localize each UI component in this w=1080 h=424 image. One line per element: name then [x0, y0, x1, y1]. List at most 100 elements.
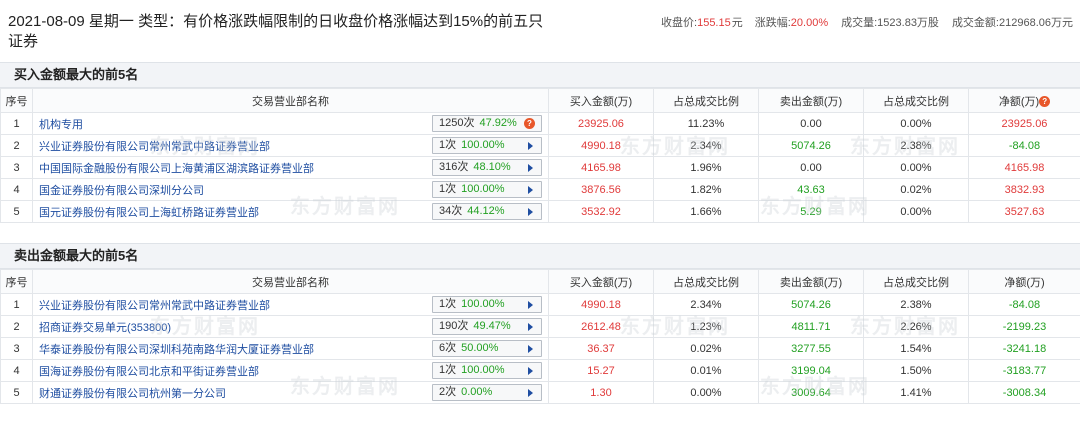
buy-amount: 15.27 — [548, 359, 654, 382]
stat-value: 1523.83万股 — [877, 17, 939, 29]
play-arrow-icon[interactable] — [528, 345, 533, 353]
help-icon[interactable]: ? — [1039, 95, 1051, 107]
play-arrow-icon[interactable] — [528, 367, 533, 375]
sell-ratio: 0.00% — [863, 200, 969, 223]
net-amount: -2199.23 — [968, 315, 1080, 338]
column-header: 净额(万) — [968, 269, 1080, 294]
stat-label: 成交金额: — [951, 17, 999, 29]
broker-link[interactable]: 招商证券交易单元(353800) — [39, 322, 171, 334]
sell-ratio: 0.00% — [863, 156, 969, 179]
trade-count-dropdown[interactable]: 1次 100.00% — [432, 181, 542, 198]
trade-count-dropdown[interactable]: 316次 48.10% — [432, 159, 542, 176]
broker-name-cell: 国金证券股份有限公司深圳分公司 1次 100.00% — [32, 178, 549, 201]
broker-link[interactable]: 国海证券股份有限公司北京和平街证券营业部 — [39, 366, 259, 378]
trade-count-dropdown[interactable]: 1次 100.00% — [432, 362, 542, 379]
net-amount: -84.08 — [968, 293, 1080, 316]
broker-link[interactable]: 国元证券股份有限公司上海虹桥路证券营业部 — [39, 207, 259, 219]
broker-name-cell: 中国国际金融股份有限公司上海黄浦区湖滨路证券营业部 316次 48.10% — [32, 156, 549, 179]
buy-amount: 23925.06 — [548, 112, 654, 135]
play-arrow-icon[interactable] — [528, 142, 533, 150]
buy-amount: 2612.48 — [548, 315, 654, 338]
broker-name-cell: 国元证券股份有限公司上海虹桥路证券营业部 34次 44.12% — [32, 200, 549, 223]
stat-label: 涨跌幅: — [754, 17, 791, 29]
table-row: 2 兴业证券股份有限公司常州常武中路证券营业部 1次 100.00% 4990.18 2.… — [0, 134, 1080, 157]
column-header: 卖出金额(万) — [758, 88, 864, 113]
trade-percent: 47.92% — [479, 117, 517, 129]
row-index: 2 — [0, 315, 33, 338]
play-arrow-icon[interactable] — [528, 389, 533, 397]
trade-percent: 48.10% — [473, 161, 511, 173]
trade-count-dropdown[interactable]: 1次 100.00% — [432, 296, 542, 313]
trade-percent: 49.47% — [473, 320, 511, 332]
trade-count: 2次 — [439, 386, 457, 398]
row-index: 4 — [0, 178, 33, 201]
broker-name-cell: 财通证券股份有限公司杭州第一分公司 2次 0.00% — [32, 381, 549, 404]
trade-count: 1次 — [439, 364, 457, 376]
table-row: 1 兴业证券股份有限公司常州常武中路证券营业部 1次 100.00% 4990.18 2.… — [0, 293, 1080, 316]
page-title: 2021-08-09 星期一 类型：有价格涨跌幅限制的日收盘价格涨幅达到15%的… — [8, 13, 544, 50]
table-row: 5 财通证券股份有限公司杭州第一分公司 2次 0.00% 1.30 0.00% 3009.6… — [0, 381, 1080, 404]
column-header: 买入金额(万) — [548, 269, 654, 294]
row-index: 5 — [0, 200, 33, 223]
net-amount: 3527.63 — [968, 200, 1080, 223]
broker-link[interactable]: 机构专用 — [39, 119, 83, 131]
sell-amount: 3277.55 — [758, 337, 864, 360]
trade-count-dropdown[interactable]: 2次 0.00% — [432, 384, 542, 401]
trade-count-dropdown[interactable]: 34次 44.12% — [432, 203, 542, 220]
sell-amount: 5074.26 — [758, 134, 864, 157]
broker-link[interactable]: 兴业证券股份有限公司常州常武中路证券营业部 — [39, 300, 270, 312]
stat-item: 成交金额:212968.06万元 — [952, 17, 1074, 29]
buy-ratio: 1.96% — [653, 156, 759, 179]
net-amount: -3008.34 — [968, 381, 1080, 404]
buy-ratio: 2.34% — [653, 293, 759, 316]
buy-amount: 36.37 — [548, 337, 654, 360]
trade-count-dropdown[interactable]: 1250次 47.92%? — [432, 115, 542, 132]
play-arrow-icon[interactable] — [528, 208, 533, 216]
buy-ratio: 11.23% — [653, 112, 759, 135]
column-header: 交易营业部名称 — [32, 269, 549, 294]
broker-link[interactable]: 中国国际金融股份有限公司上海黄浦区湖滨路证券营业部 — [39, 163, 314, 175]
sell-amount: 5.29 — [758, 200, 864, 223]
sell-amount: 3009.64 — [758, 381, 864, 404]
stat-item: 涨跌幅:20.00% — [755, 17, 829, 29]
broker-name-cell: 国海证券股份有限公司北京和平街证券营业部 1次 100.00% — [32, 359, 549, 382]
report-header: 2021-08-09 星期一 类型：有价格涨跌幅限制的日收盘价格涨幅达到15%的… — [0, 0, 1080, 62]
column-header: 占总成交比例 — [653, 88, 759, 113]
row-index: 1 — [0, 112, 33, 135]
net-amount: 4165.98 — [968, 156, 1080, 179]
broker-name-cell: 招商证券交易单元(353800) 190次 49.47% — [32, 315, 549, 338]
play-arrow-icon[interactable] — [528, 164, 533, 172]
play-arrow-icon[interactable] — [528, 186, 533, 194]
buy-ratio: 1.23% — [653, 315, 759, 338]
stat-value: 20.00% — [790, 17, 829, 29]
trade-count: 1250次 — [439, 117, 475, 129]
row-index: 5 — [0, 381, 33, 404]
row-index: 2 — [0, 134, 33, 157]
broker-link[interactable]: 国金证券股份有限公司深圳分公司 — [39, 185, 204, 197]
broker-name-cell: 华泰证券股份有限公司深圳科苑南路华润大厦证券营业部 6次 50.00% — [32, 337, 549, 360]
sell-ratio: 1.50% — [863, 359, 969, 382]
trade-count-dropdown[interactable]: 1次 100.00% — [432, 137, 542, 154]
column-header: 占总成交比例 — [653, 269, 759, 294]
trade-count-dropdown[interactable]: 6次 50.00% — [432, 340, 542, 357]
broker-name-cell: 兴业证券股份有限公司常州常武中路证券营业部 1次 100.00% — [32, 134, 549, 157]
broker-link[interactable]: 华泰证券股份有限公司深圳科苑南路华润大厦证券营业部 — [39, 344, 314, 356]
broker-name-cell: 机构专用 1250次 47.92%? — [32, 112, 549, 135]
trade-count: 1次 — [439, 298, 457, 310]
trade-count-dropdown[interactable]: 190次 49.47% — [432, 318, 542, 335]
sell-section-title: 卖出金额最大的前5名 — [0, 243, 1080, 269]
row-index: 3 — [0, 156, 33, 179]
table-row: 3 中国国际金融股份有限公司上海黄浦区湖滨路证券营业部 316次 48.10% 4165… — [0, 156, 1080, 179]
play-arrow-icon[interactable] — [528, 323, 533, 331]
trade-count: 34次 — [439, 205, 463, 217]
play-arrow-icon[interactable] — [528, 301, 533, 309]
question-icon[interactable]: ? — [524, 118, 535, 129]
table-row: 5 国元证券股份有限公司上海虹桥路证券营业部 34次 44.12% 3532.92 1.6… — [0, 200, 1080, 223]
broker-link[interactable]: 财通证券股份有限公司杭州第一分公司 — [39, 388, 226, 400]
broker-name-cell: 兴业证券股份有限公司常州常武中路证券营业部 1次 100.00% — [32, 293, 549, 316]
broker-link[interactable]: 兴业证券股份有限公司常州常武中路证券营业部 — [39, 141, 270, 153]
sell-amount: 4811.71 — [758, 315, 864, 338]
table-row: 2 招商证券交易单元(353800) 190次 49.47% 2612.48 1.23% 4… — [0, 315, 1080, 338]
sell-ratio: 2.38% — [863, 134, 969, 157]
buy-amount: 1.30 — [548, 381, 654, 404]
